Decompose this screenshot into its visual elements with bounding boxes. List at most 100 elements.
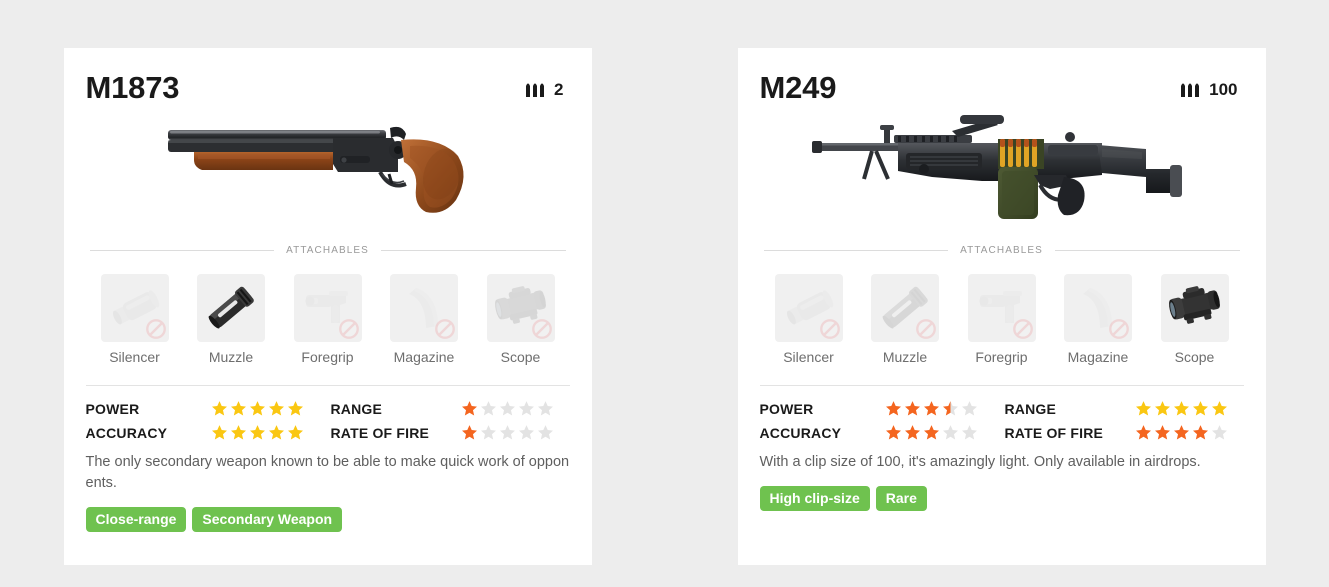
stats-divider	[759, 385, 1244, 386]
stat-rating-range	[461, 400, 581, 417]
stat-rating-rate-of-fire	[461, 424, 581, 441]
star-half-icon	[942, 401, 958, 416]
attachable-tile-foregrip[interactable]	[293, 274, 362, 342]
attachables-row: Silencer Muzzle Foregrip Magazine Scope	[760, 274, 1244, 365]
attachable-label: Foregrip	[301, 349, 354, 365]
weapon-tag[interactable]: High clip-size	[759, 486, 870, 511]
star-filled-icon	[1173, 425, 1189, 440]
stat-label-accuracy: ACCURACY	[85, 424, 168, 441]
divider-right	[380, 250, 566, 251]
weapon-tag[interactable]: Rare	[875, 486, 927, 511]
attachable-label: Foregrip	[975, 349, 1028, 365]
star-empty-icon	[1211, 425, 1227, 440]
stat-label-range: RANGE	[1004, 400, 1057, 417]
attachables-heading: ATTACHABLES	[86, 245, 570, 256]
weapon-name: M249	[759, 70, 837, 105]
ammo-count: 100	[1209, 79, 1238, 99]
star-filled-icon	[230, 401, 246, 416]
star-empty-icon	[499, 425, 515, 440]
card-header: M249 100	[760, 72, 1244, 103]
attachable-slot-magazine[interactable]: Magazine	[1063, 274, 1133, 365]
attachable-tile-magazine[interactable]	[390, 274, 458, 342]
stat-label-power: POWER	[85, 400, 140, 417]
divider-left	[89, 250, 275, 251]
bullets-icon	[1181, 83, 1200, 97]
not-allowed-icon	[916, 319, 936, 339]
not-allowed-icon	[531, 319, 552, 339]
not-allowed-icon	[338, 319, 359, 339]
stat-label-power: POWER	[759, 400, 814, 417]
star-filled-icon	[1154, 401, 1170, 416]
stat-rating-accuracy	[211, 424, 331, 441]
scope-icon	[1168, 286, 1220, 324]
attachable-label: Scope	[1174, 349, 1215, 365]
attachable-label: Silencer	[109, 349, 160, 365]
attachable-slot-muzzle[interactable]: Muzzle	[870, 274, 940, 365]
star-filled-icon	[249, 425, 265, 440]
attachable-tile-muzzle[interactable]	[197, 274, 265, 342]
weapon-name: M1873	[85, 70, 180, 105]
star-empty-icon	[537, 401, 553, 416]
attachable-tile-magazine[interactable]	[1064, 274, 1132, 342]
attachable-slot-foregrip[interactable]: Foregrip	[293, 274, 363, 365]
star-filled-icon	[461, 401, 477, 416]
stats-grid: POWER RANGE ACCURACY RATE OF FIRE	[760, 400, 1244, 441]
stat-rating-rate-of-fire	[1135, 424, 1255, 441]
star-empty-icon	[480, 401, 496, 416]
stat-rating-accuracy	[885, 424, 1005, 441]
weapon-tag[interactable]: Secondary Weapon	[192, 507, 343, 532]
attachables-heading-label: ATTACHABLES	[960, 245, 1043, 256]
star-filled-icon	[923, 401, 939, 416]
attachable-slot-muzzle[interactable]: Muzzle	[196, 274, 266, 365]
attachable-label: Magazine	[1067, 349, 1129, 365]
star-filled-icon	[1173, 401, 1189, 416]
attachable-slot-silencer[interactable]: Silencer	[100, 274, 170, 365]
star-filled-icon	[268, 401, 284, 416]
star-empty-icon	[961, 425, 977, 440]
attachable-slot-foregrip[interactable]: Foregrip	[967, 274, 1037, 365]
star-empty-icon	[942, 425, 958, 440]
star-filled-icon	[287, 425, 303, 440]
stat-label-range: RANGE	[330, 400, 383, 417]
stat-label-rate-of-fire: RATE OF FIRE	[1004, 424, 1104, 441]
stat-rating-range	[1135, 400, 1255, 417]
attachable-tile-scope[interactable]	[1160, 274, 1229, 342]
attachable-label: Muzzle	[208, 349, 254, 365]
star-filled-icon	[1154, 425, 1170, 440]
bullets-icon	[526, 83, 545, 97]
attachable-label: Magazine	[393, 349, 455, 365]
star-filled-icon	[904, 425, 920, 440]
weapon-card-board: M1873 2 ATTACHABLES Silencer Muzzle Fore…	[0, 0, 1329, 587]
attachable-slot-magazine[interactable]: Magazine	[389, 274, 459, 365]
attachable-tile-scope[interactable]	[486, 274, 555, 342]
stats-divider	[85, 385, 570, 386]
ammo-capacity: 2	[525, 80, 569, 100]
attachable-slot-scope[interactable]: Scope	[1160, 274, 1230, 365]
attachable-slot-scope[interactable]: Scope	[486, 274, 556, 365]
star-filled-icon	[885, 425, 901, 440]
star-filled-icon	[1211, 401, 1227, 416]
star-filled-icon	[1192, 425, 1208, 440]
attachable-tile-silencer[interactable]	[100, 274, 169, 342]
star-filled-icon	[1192, 401, 1208, 416]
attachable-label: Muzzle	[882, 349, 928, 365]
attachable-label: Scope	[500, 349, 541, 365]
stat-rating-power	[885, 400, 1005, 417]
not-allowed-icon	[1012, 319, 1033, 339]
attachables-heading-label: ATTACHABLES	[286, 245, 369, 256]
attachables-row: Silencer Muzzle Foregrip Magazine Scope	[86, 274, 570, 365]
ammo-capacity: 100	[1180, 80, 1243, 100]
divider-right	[1054, 250, 1240, 251]
weapon-description: With a clip size of 100, it's amazingly …	[759, 454, 1201, 470]
attachable-tile-muzzle[interactable]	[871, 274, 939, 342]
weapon-tag[interactable]: Close-range	[85, 507, 187, 532]
ammo-count: 2	[554, 79, 564, 99]
star-filled-icon	[211, 401, 227, 416]
attachable-slot-silencer[interactable]: Silencer	[774, 274, 844, 365]
star-filled-icon	[461, 425, 477, 440]
star-filled-icon	[923, 425, 939, 440]
star-filled-icon	[904, 401, 920, 416]
attachable-tile-silencer[interactable]	[774, 274, 843, 342]
attachable-tile-foregrip[interactable]	[967, 274, 1036, 342]
stat-label-accuracy: ACCURACY	[759, 424, 842, 441]
